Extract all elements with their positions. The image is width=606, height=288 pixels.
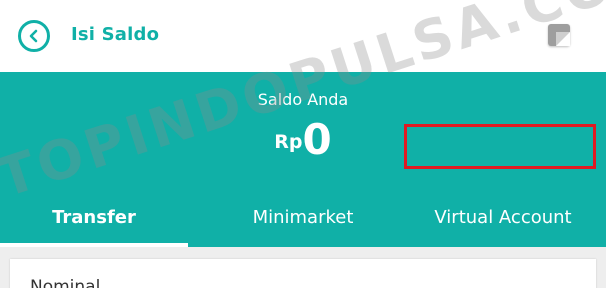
payment-tabs: Transfer Minimarket Virtual Account	[0, 188, 606, 247]
page-title: Isi Saldo	[71, 24, 160, 45]
nominal-card: Nominal	[10, 259, 596, 288]
tab-virtual-account[interactable]: Virtual Account	[403, 188, 603, 247]
tab-transfer[interactable]: Transfer	[0, 188, 188, 247]
tab-transfer-label: Transfer	[52, 207, 136, 228]
note-icon[interactable]	[548, 24, 570, 46]
nominal-label: Nominal	[30, 277, 101, 288]
currency-label: Rp	[274, 131, 303, 153]
back-arrow-icon	[29, 29, 38, 43]
balance-amount: 0	[302, 115, 332, 164]
highlight-annotation	[404, 124, 596, 169]
back-button[interactable]	[18, 20, 50, 52]
content-area: Nominal	[0, 247, 606, 288]
app-bar: Isi Saldo	[0, 0, 606, 72]
tab-minimarket-label: Minimarket	[252, 207, 354, 228]
tab-minimarket[interactable]: Minimarket	[203, 188, 403, 247]
tab-virtual-account-label: Virtual Account	[434, 207, 572, 228]
balance-label: Saldo Anda	[257, 90, 349, 109]
